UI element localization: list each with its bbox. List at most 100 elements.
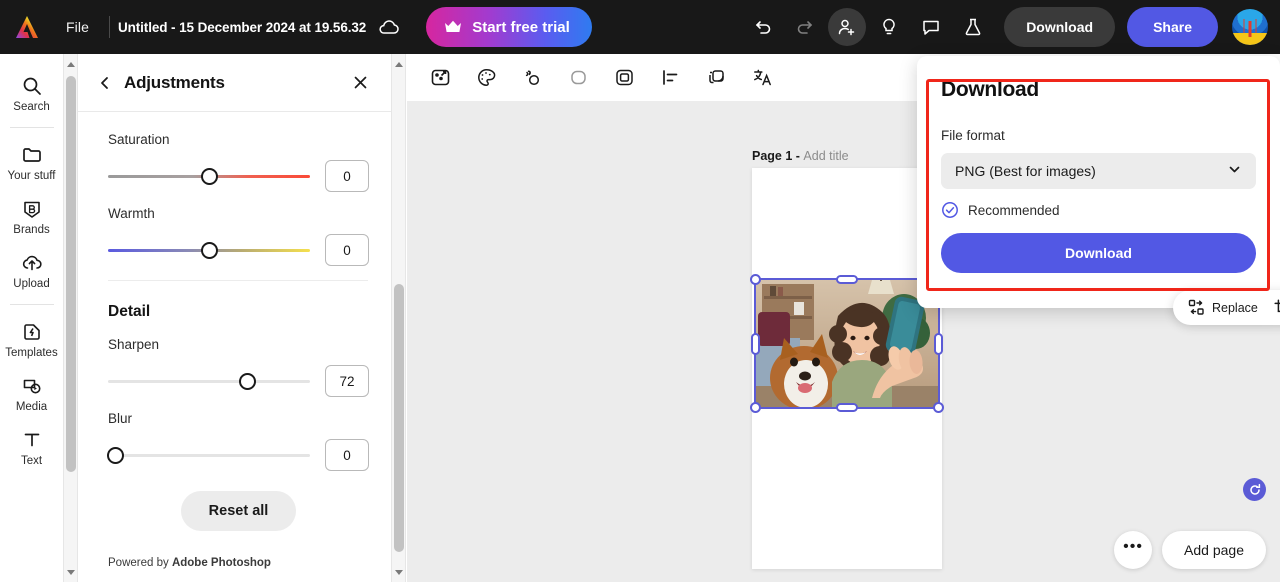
left-sidebar: Search Your stuff Brands Upload Template… <box>0 54 64 582</box>
download-confirm-button[interactable]: Download <box>941 233 1256 273</box>
sidebar-item-text[interactable]: Text <box>0 420 63 474</box>
slider-knob[interactable] <box>200 242 218 259</box>
start-free-trial-button[interactable]: Start free trial <box>426 7 592 47</box>
saturation-value-input[interactable]: 0 <box>325 160 369 192</box>
resize-handle-top[interactable] <box>836 275 858 284</box>
chevron-left-icon <box>101 76 108 89</box>
selection-box[interactable] <box>750 274 944 413</box>
layers-icon[interactable] <box>701 63 731 93</box>
scroll-down-arrow-icon[interactable] <box>392 564 406 580</box>
back-button[interactable] <box>90 68 120 98</box>
divider <box>108 16 110 38</box>
slider-knob[interactable] <box>239 373 257 390</box>
page-label[interactable]: Page 1 - Add title <box>752 149 849 163</box>
color-palette-icon[interactable] <box>471 63 501 93</box>
add-page-button[interactable]: Add page <box>1162 531 1266 569</box>
redo-icon[interactable] <box>786 8 824 46</box>
media-icon <box>23 379 40 394</box>
warmth-value-input[interactable]: 0 <box>325 234 369 266</box>
slider-knob[interactable] <box>200 168 218 185</box>
recommended-label: Recommended <box>968 202 1060 218</box>
rotate-icon <box>1249 483 1260 495</box>
shape-icon[interactable] <box>563 63 593 93</box>
start-free-trial-label: Start free trial <box>472 18 570 36</box>
scrollbar-thumb[interactable] <box>66 76 76 472</box>
cutout-icon[interactable] <box>517 63 547 93</box>
flask-icon[interactable] <box>954 8 992 46</box>
scroll-up-arrow-icon[interactable] <box>64 56 78 72</box>
resize-handle-top-left[interactable] <box>750 274 761 285</box>
text-icon <box>24 433 39 447</box>
replace-label: Replace <box>1212 300 1258 315</box>
share-button[interactable]: Share <box>1127 7 1218 47</box>
frame-icon[interactable] <box>609 63 639 93</box>
replace-button[interactable]: Replace <box>1183 294 1263 322</box>
sidebar-scrollbar[interactable] <box>64 54 78 582</box>
cloud-icon[interactable] <box>378 19 400 35</box>
blur-value-input[interactable]: 0 <box>325 439 369 471</box>
crown-icon <box>445 20 462 32</box>
sidebar-item-label: Upload <box>13 278 50 290</box>
download-button[interactable]: Download <box>1004 7 1116 47</box>
sharpen-slider[interactable] <box>108 370 310 392</box>
translate-icon[interactable] <box>747 63 777 93</box>
saturation-label: Saturation <box>108 132 170 147</box>
sidebar-item-brands[interactable]: Brands <box>0 189 63 243</box>
recommended-row[interactable]: Recommended <box>941 201 1256 219</box>
sidebar-item-upload[interactable]: Upload <box>0 243 63 297</box>
sidebar-item-label: Brands <box>13 224 50 236</box>
resize-handle-bottom-left[interactable] <box>750 402 761 413</box>
canvas-bottom-controls: ••• Add page <box>1114 531 1266 569</box>
resize-handle-right[interactable] <box>934 332 943 355</box>
lightbulb-icon[interactable] <box>870 8 908 46</box>
sidebar-item-label: Templates <box>5 347 58 359</box>
sidebar-item-templates[interactable]: Templates <box>0 312 63 366</box>
enhance-icon[interactable] <box>425 63 455 93</box>
scrollbar-thumb[interactable] <box>394 284 404 552</box>
undo-icon[interactable] <box>744 8 782 46</box>
user-avatar[interactable] <box>1232 9 1268 45</box>
topbar-actions: Download Share <box>744 7 1280 47</box>
check-circle-icon <box>942 202 958 218</box>
close-panel-button[interactable] <box>345 68 375 98</box>
sidebar-item-your-stuff[interactable]: Your stuff <box>0 135 63 189</box>
warmth-slider[interactable] <box>108 239 310 261</box>
sidebar-item-label: Media <box>15 401 48 413</box>
align-icon[interactable] <box>655 63 685 93</box>
resize-handle-bottom-right[interactable] <box>933 402 944 413</box>
download-popover: Download File format PNG (Best for image… <box>917 56 1280 308</box>
templates-icon <box>23 324 40 340</box>
saturation-slider[interactable] <box>108 165 310 187</box>
crop-icon <box>1274 299 1280 313</box>
scroll-down-arrow-icon[interactable] <box>64 564 78 580</box>
file-menu[interactable]: File <box>54 19 101 35</box>
detail-section-title: Detail <box>108 303 151 320</box>
resize-handle-left[interactable] <box>751 332 760 355</box>
sidebar-divider <box>9 304 54 305</box>
file-format-select[interactable]: PNG (Best for images) <box>941 153 1256 189</box>
crop-button[interactable] <box>1269 294 1280 322</box>
app-logo[interactable] <box>0 14 54 40</box>
sharpen-value-input[interactable]: 72 <box>325 365 369 397</box>
reset-all-button[interactable]: Reset all <box>180 491 297 531</box>
rotate-handle[interactable] <box>1243 478 1266 501</box>
sidebar-divider <box>9 127 54 128</box>
blur-label: Blur <box>108 411 133 426</box>
page-more-options-button[interactable]: ••• <box>1114 531 1153 569</box>
sidebar-item-media[interactable]: Media <box>0 366 63 420</box>
slider-track <box>108 454 310 457</box>
comment-icon[interactable] <box>912 8 950 46</box>
brand-badge-icon <box>23 201 40 218</box>
document-title[interactable]: Untitled - 15 December 2024 at 19.56.32 <box>118 20 366 35</box>
invite-user-icon[interactable] <box>828 8 867 46</box>
sidebar-item-search[interactable]: Search <box>0 66 63 120</box>
sharpen-control: Sharpen 72 <box>108 337 369 397</box>
scroll-up-arrow-icon[interactable] <box>392 56 406 72</box>
blur-slider[interactable] <box>107 444 310 466</box>
slider-knob[interactable] <box>107 447 124 464</box>
replace-icon <box>1188 299 1204 315</box>
resize-handle-bottom[interactable] <box>836 403 858 412</box>
search-icon <box>23 77 41 95</box>
adjustments-panel: Adjustments Saturation 0 Warmth 0 Detail… <box>78 54 392 582</box>
panel-scrollbar[interactable] <box>392 54 406 582</box>
